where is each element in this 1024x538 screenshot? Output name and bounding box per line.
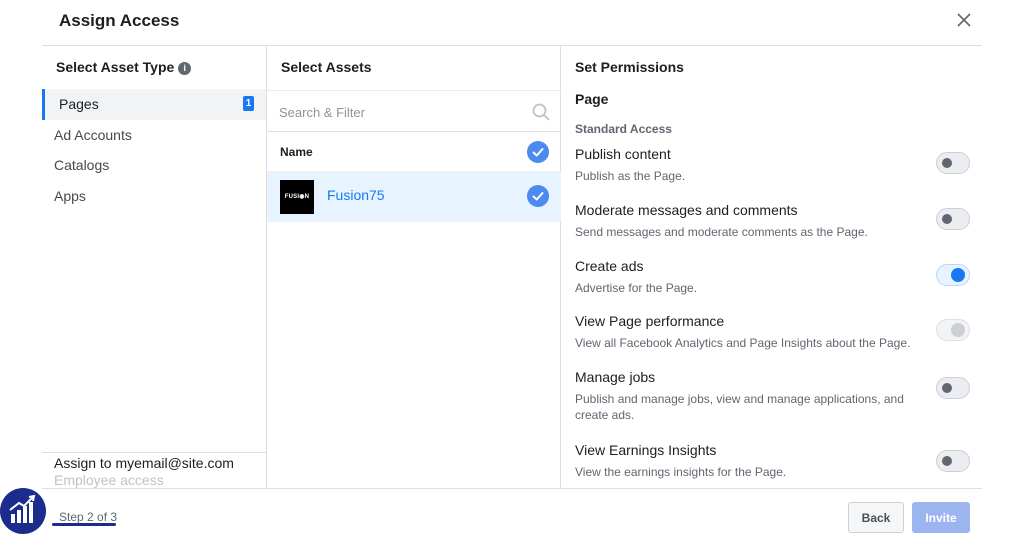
permission-manage-jobs: Manage jobs Publish and manage jobs, vie… <box>575 369 970 423</box>
asset-type-label: Ad Accounts <box>54 126 132 143</box>
permission-description: View the earnings insights for the Page. <box>575 465 787 479</box>
check-icon <box>532 192 544 201</box>
permissions-column: Set Permissions Page Standard Access Pub… <box>561 46 982 488</box>
chart-logo-icon <box>0 488 46 534</box>
step-indicator: Step 2 of 3 <box>59 510 118 524</box>
name-column-header: Name <box>267 132 561 171</box>
back-button[interactable]: Back <box>848 502 904 533</box>
permission-description: View all Facebook Analytics and Page Ins… <box>575 336 911 350</box>
asset-type-label: Apps <box>54 187 86 204</box>
asset-type-heading: Select Asset Type i <box>56 59 192 75</box>
permission-toggle <box>936 319 970 341</box>
permission-description: Publish as the Page. <box>575 169 686 183</box>
permission-title: View Page performance <box>575 313 725 329</box>
permission-toggle[interactable] <box>936 264 970 286</box>
invite-button[interactable]: Invite <box>912 502 970 533</box>
permission-moderate-messages: Moderate messages and comments Send mess… <box>575 202 970 240</box>
asset-type-ad-accounts[interactable]: Ad Accounts <box>42 120 266 151</box>
permission-toggle[interactable] <box>936 377 970 399</box>
close-icon[interactable] <box>954 10 974 30</box>
toggle-knob <box>942 214 952 224</box>
asset-type-label: Catalogs <box>54 157 110 173</box>
asset-type-pages[interactable]: Pages 1 <box>42 89 266 120</box>
permission-toggle[interactable] <box>936 152 970 174</box>
dialog-footer: Step 2 of 3 Back Invite <box>42 488 982 538</box>
asset-row[interactable]: FUSI◉N Fusion75 <box>267 171 561 222</box>
search-icon[interactable] <box>531 102 551 122</box>
permission-title: Manage jobs <box>575 369 656 385</box>
permission-title: Create ads <box>575 258 644 274</box>
assign-access-dialog: Assign Access Select Asset Type i Pages 1… <box>42 0 982 538</box>
permissions-asset-type: Page <box>575 91 609 107</box>
check-icon <box>532 148 544 157</box>
permission-group-label: Standard Access <box>575 122 672 136</box>
permission-view-earnings-insights: View Earnings Insights View the earnings… <box>575 442 970 480</box>
toggle-knob <box>942 383 952 393</box>
permission-title: View Earnings Insights <box>575 442 717 458</box>
asset-type-label: Pages <box>59 96 99 112</box>
permission-description: Advertise for the Page. <box>575 281 698 295</box>
dialog-header: Assign Access <box>42 0 982 46</box>
permission-toggle[interactable] <box>936 208 970 230</box>
permission-create-ads: Create ads Advertise for the Page. <box>575 258 970 296</box>
search-bar <box>267 90 561 132</box>
info-icon[interactable]: i <box>178 62 192 75</box>
name-header-label: Name <box>280 145 313 159</box>
toggle-knob <box>951 268 965 282</box>
permission-toggle[interactable] <box>936 450 970 472</box>
toggle-knob <box>951 323 965 337</box>
asset-type-heading-label: Select Asset Type <box>56 59 175 75</box>
permission-title: Moderate messages and comments <box>575 202 798 218</box>
assign-role-text: Employee access <box>54 472 164 488</box>
asset-checkbox[interactable] <box>527 185 549 207</box>
assets-column: Select Assets Name FUSI◉N Fusion75 <box>267 46 561 488</box>
assign-to-text: Assign to myemail@site.com <box>54 455 234 471</box>
asset-name: Fusion75 <box>327 187 385 203</box>
asset-thumbnail: FUSI◉N <box>280 180 314 214</box>
toggle-knob <box>942 456 952 466</box>
assets-heading: Select Assets <box>281 59 372 75</box>
count-badge: 1 <box>243 96 254 111</box>
search-input[interactable] <box>279 101 519 123</box>
assign-summary: Assign to myemail@site.com Employee acce… <box>42 452 266 488</box>
step-underline <box>52 523 116 526</box>
toggle-knob <box>942 158 952 168</box>
select-all-checkbox[interactable] <box>527 141 549 163</box>
dialog-title: Assign Access <box>59 11 180 30</box>
permissions-heading: Set Permissions <box>575 59 684 75</box>
permission-publish-content: Publish content Publish as the Page. <box>575 146 970 184</box>
permission-description: Publish and manage jobs, view and manage… <box>575 392 904 422</box>
permission-view-page-performance: View Page performance View all Facebook … <box>575 313 970 351</box>
asset-type-list: Pages 1 Ad Accounts Catalogs Apps <box>42 89 266 211</box>
permission-description: Send messages and moderate comments as t… <box>575 225 868 239</box>
asset-type-catalogs[interactable]: Catalogs <box>42 150 266 181</box>
asset-type-apps[interactable]: Apps <box>42 181 266 212</box>
asset-type-column: Select Asset Type i Pages 1 Ad Accounts C… <box>42 46 267 488</box>
permission-title: Publish content <box>575 146 671 162</box>
